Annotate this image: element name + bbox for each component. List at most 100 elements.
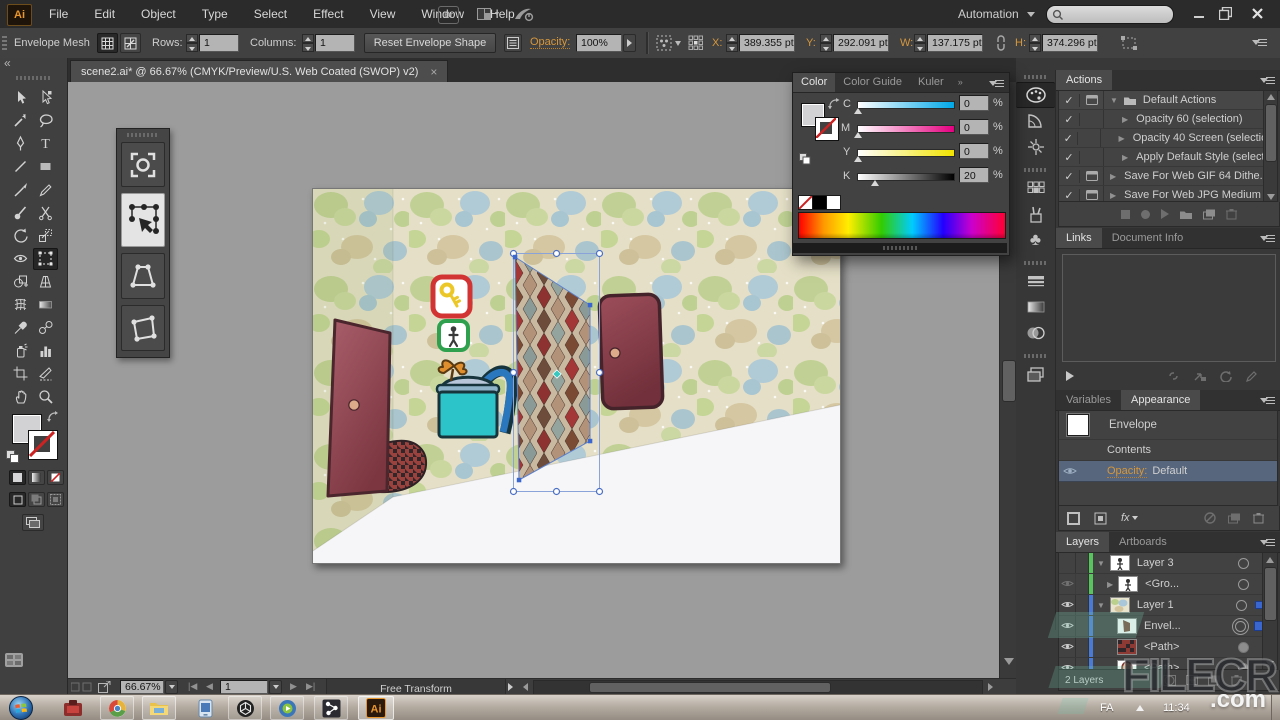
free-transform-tool[interactable] — [33, 248, 58, 270]
workspace-switcher[interactable]: Automation — [958, 0, 1035, 28]
tools-grip[interactable] — [16, 76, 52, 80]
horizontal-scrollbar-thumb[interactable] — [589, 682, 831, 693]
tab-layers[interactable]: Layers — [1056, 532, 1109, 552]
free-transform-tool-button[interactable] — [121, 193, 165, 247]
action-row[interactable]: ✓ ▶ Opacity 40 Screen (selection) — [1059, 129, 1277, 148]
mesh-tool[interactable] — [8, 294, 33, 316]
shape-builder-tool[interactable] — [8, 271, 33, 293]
new-fill-icon[interactable] — [1094, 512, 1107, 525]
menu-select[interactable]: Select — [241, 0, 300, 28]
y-input[interactable]: 292.091 pt — [833, 34, 889, 52]
first-artboard-icon[interactable]: |◀ — [188, 681, 197, 692]
scroll-right-icon[interactable] — [988, 683, 993, 691]
next-artboard-icon[interactable]: ▶ — [290, 681, 297, 692]
screen-mode-button[interactable] — [22, 514, 44, 531]
action-row[interactable]: ✓ ▶ Opacity 60 (selection) — [1059, 110, 1277, 129]
artboards-panel-icon[interactable] — [1016, 361, 1055, 387]
menu-edit[interactable]: Edit — [81, 0, 128, 28]
layer-row[interactable]: <Path> — [1059, 658, 1277, 670]
layer-row[interactable]: ▶ <Gro... — [1059, 574, 1277, 595]
taskbar-explorer[interactable] — [142, 696, 176, 720]
direct-selection-tool[interactable] — [33, 87, 58, 109]
bridge-icon[interactable]: Br — [438, 6, 459, 24]
pencil-tool[interactable] — [33, 179, 58, 201]
line-segment-tool[interactable] — [8, 156, 33, 178]
make-mask-icon[interactable] — [1163, 675, 1176, 686]
layer-row[interactable]: ▼ Layer 1 — [1059, 595, 1277, 616]
brushes-panel-icon[interactable] — [1016, 201, 1055, 227]
taskbar-node-app[interactable] — [314, 696, 348, 720]
appearance-row-contents[interactable]: Contents — [1059, 440, 1277, 461]
layer-row[interactable]: ▼ Layer 3 — [1059, 553, 1277, 574]
cyan-input[interactable]: 0 — [959, 95, 989, 111]
none-swatch[interactable] — [798, 195, 813, 210]
arrange-documents-icon[interactable] — [476, 7, 502, 21]
add-effect-icon[interactable]: fx — [1121, 512, 1130, 524]
scale-tool[interactable] — [33, 225, 58, 247]
stroke-panel-icon[interactable] — [1016, 268, 1055, 294]
appearance-row-envelope[interactable]: Envelope — [1059, 411, 1277, 440]
menu-view[interactable]: View — [357, 0, 409, 28]
w-stepper[interactable] — [914, 34, 926, 52]
new-stroke-icon[interactable] — [1067, 512, 1080, 525]
rows-stepper[interactable] — [186, 34, 198, 52]
symbol-sprayer-tool[interactable] — [8, 340, 33, 362]
vertical-scrollbar-thumb[interactable] — [1002, 360, 1016, 402]
menu-file[interactable]: File — [36, 0, 81, 28]
perspective-distort-tool-button[interactable] — [121, 253, 165, 299]
menu-type[interactable]: Type — [189, 0, 241, 28]
opacity-label[interactable]: Opacity: — [530, 36, 570, 49]
target-icon[interactable] — [1238, 579, 1249, 590]
action-row[interactable]: ✓ ▼ Default Actions — [1059, 91, 1277, 110]
swap-colors-icon[interactable] — [827, 97, 841, 109]
relink-icon[interactable] — [1166, 371, 1181, 381]
zoom-tool[interactable] — [33, 386, 58, 408]
artboard-tool[interactable] — [8, 363, 33, 385]
zoom-level-input[interactable]: 66.67% — [120, 680, 164, 694]
target-icon[interactable] — [1235, 621, 1246, 632]
tab-document-info[interactable]: Document Info — [1102, 228, 1194, 248]
actions-scrollbar[interactable] — [1263, 91, 1277, 202]
gradient-tool[interactable] — [33, 294, 58, 316]
draw-behind-button[interactable] — [28, 492, 45, 507]
default-colors-mini-icon[interactable] — [799, 153, 811, 165]
w-input[interactable]: 137.175 pt — [927, 34, 983, 52]
start-button[interactable] — [7, 695, 35, 720]
hand-tool[interactable] — [8, 386, 33, 408]
y-stepper[interactable] — [820, 34, 832, 52]
layers-menu-icon[interactable] — [1260, 538, 1276, 548]
white-swatch[interactable] — [826, 195, 841, 210]
scroll-down-icon[interactable] — [1004, 658, 1014, 665]
selection-tool[interactable] — [8, 87, 33, 109]
symbols-panel-icon[interactable]: ♣ — [1016, 227, 1055, 253]
scroll-left-icon[interactable] — [523, 683, 528, 691]
tab-color[interactable]: Color — [793, 73, 835, 92]
links-list[interactable] — [1062, 254, 1276, 362]
magic-wand-tool[interactable] — [8, 110, 33, 132]
clear-appearance-icon[interactable] — [1204, 512, 1216, 524]
dock-grip[interactable] — [1024, 354, 1047, 358]
default-fill-stroke-icon[interactable] — [6, 450, 19, 463]
show-hidden-icons[interactable] — [1136, 705, 1144, 711]
show-link-info-icon[interactable] — [1066, 371, 1074, 381]
pen-tool[interactable] — [8, 133, 33, 155]
stroke-color-well[interactable] — [28, 430, 58, 460]
taskbar-media-app[interactable] — [270, 696, 304, 720]
action-row[interactable]: ✓ ▶ Apply Default Style (selecti... — [1059, 148, 1277, 167]
dock-grip[interactable] — [1024, 261, 1047, 265]
minimize-button[interactable] — [1186, 3, 1212, 24]
lasso-tool[interactable] — [33, 110, 58, 132]
stop-icon[interactable] — [1121, 210, 1130, 219]
opacity-dropdown-arrow[interactable] — [623, 34, 636, 52]
kuler-panel-icon[interactable] — [1016, 134, 1055, 160]
color-spectrum[interactable] — [798, 212, 1006, 239]
appearance-menu-icon[interactable] — [1260, 396, 1276, 406]
eyedropper-tool[interactable] — [8, 317, 33, 339]
type-tool[interactable]: T — [33, 133, 58, 155]
none-mode-button[interactable] — [47, 470, 64, 485]
language-indicator[interactable]: FA — [1100, 695, 1113, 720]
target-icon[interactable] — [1238, 558, 1249, 569]
paintbrush-tool[interactable] — [8, 179, 33, 201]
document-tab[interactable]: scene2.ai* @ 66.67% (CMYK/Preview/U.S. W… — [70, 60, 448, 83]
links-menu-icon[interactable] — [1260, 234, 1276, 244]
